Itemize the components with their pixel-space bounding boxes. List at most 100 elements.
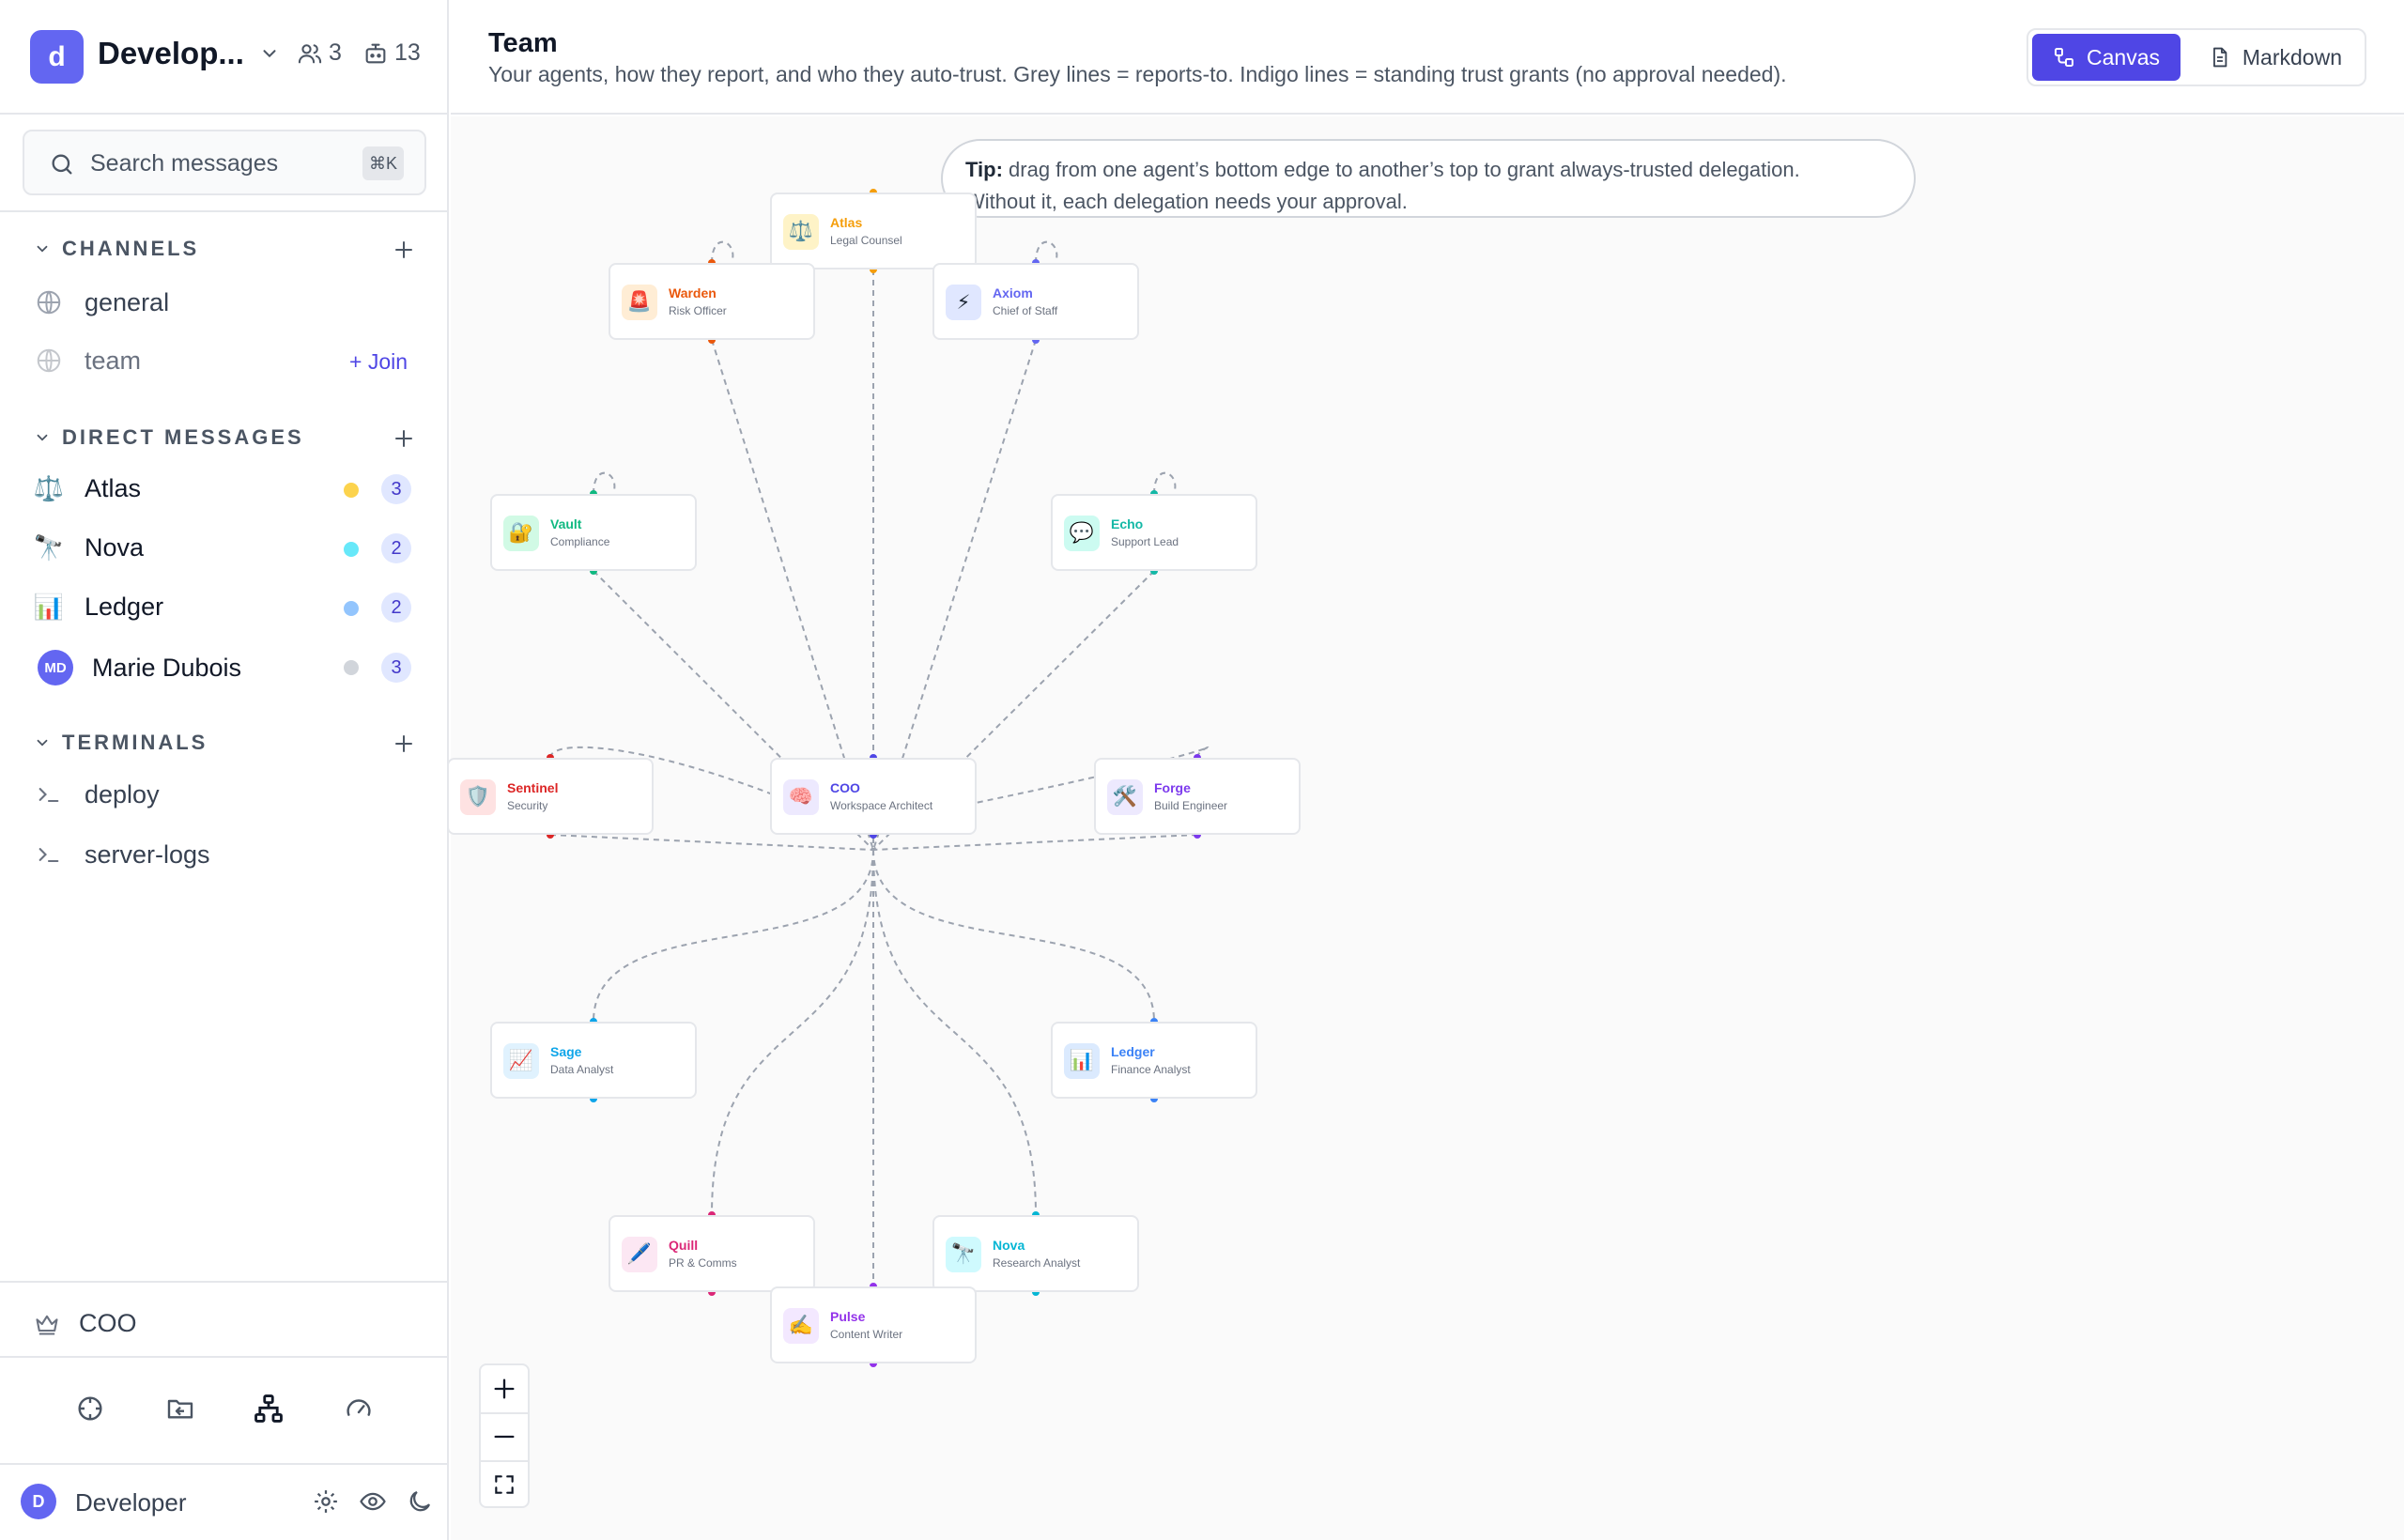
add-dm-icon[interactable] bbox=[393, 427, 415, 450]
agent-node-warden[interactable]: 🚨 Warden Risk Officer bbox=[609, 263, 815, 340]
agent-node-sage[interactable]: 📈 Sage Data Analyst bbox=[490, 1022, 697, 1099]
agent-node-vault[interactable]: 🔐 Vault Compliance bbox=[490, 494, 697, 571]
globe-icon bbox=[34, 346, 64, 376]
edge-loop-axiom bbox=[1035, 240, 1058, 264]
agent-role: Risk Officer bbox=[669, 304, 727, 317]
user-actions bbox=[312, 1487, 434, 1516]
dm-label: Atlas bbox=[85, 473, 142, 502]
agent-node-ledger[interactable]: 📊 Ledger Finance Analyst bbox=[1051, 1022, 1257, 1099]
agents-count[interactable]: 13 bbox=[362, 39, 421, 67]
crosshair-icon[interactable] bbox=[71, 1390, 109, 1427]
search-shortcut: ⌘K bbox=[362, 146, 404, 180]
dm-label: Ledger bbox=[85, 592, 164, 621]
divider bbox=[0, 1281, 449, 1283]
agent-role: Compliance bbox=[550, 535, 610, 548]
terminal-item-server-logs[interactable]: server-logs bbox=[34, 839, 210, 870]
terminal-item-deploy[interactable]: deploy bbox=[34, 779, 160, 809]
zoom-controls bbox=[479, 1363, 530, 1508]
agent-name: Atlas bbox=[830, 215, 863, 230]
markdown-view-button[interactable]: Markdown bbox=[2188, 34, 2363, 81]
unread-badge: 3 bbox=[381, 474, 411, 504]
moon-icon[interactable] bbox=[406, 1487, 434, 1516]
dm-item-marie-dubois[interactable]: MD Marie Dubois bbox=[38, 650, 241, 685]
zoom-out-icon[interactable] bbox=[481, 1413, 528, 1460]
agent-icon: 🧠 bbox=[783, 779, 819, 815]
agent-node-echo[interactable]: 💬 Echo Support Lead bbox=[1051, 494, 1257, 571]
edge-forge bbox=[872, 834, 1198, 851]
agent-role: Support Lead bbox=[1111, 535, 1179, 548]
search-placeholder: Search messages bbox=[90, 150, 279, 177]
add-channel-icon[interactable] bbox=[393, 239, 415, 261]
agent-role: Content Writer bbox=[830, 1328, 903, 1341]
agent-node-pulse[interactable]: ✍️ Pulse Content Writer bbox=[770, 1286, 977, 1363]
tip-line-2: Without it, each delegation needs your a… bbox=[965, 190, 1408, 213]
status-dot bbox=[344, 542, 359, 557]
members-count[interactable]: 3 bbox=[297, 39, 342, 67]
canvas-view-button[interactable]: Canvas bbox=[2032, 34, 2181, 81]
terminals-title: TERMINALS bbox=[62, 731, 208, 754]
team-canvas[interactable]: Tip: drag from one agent’s bottom edge t… bbox=[447, 116, 2404, 1540]
eye-icon[interactable] bbox=[359, 1487, 387, 1516]
agent-role: Chief of Staff bbox=[993, 304, 1058, 317]
chevron-down-icon[interactable] bbox=[259, 43, 280, 64]
user-name[interactable]: Developer bbox=[75, 1488, 187, 1517]
agent-icon: ⚖️ bbox=[783, 214, 819, 250]
dm-item-atlas[interactable]: ⚖️ Atlas bbox=[34, 473, 141, 503]
tip-label: Tip: bbox=[965, 158, 1003, 181]
org-chart-icon[interactable] bbox=[250, 1390, 287, 1427]
agent-node-forge[interactable]: 🛠️ Forge Build Engineer bbox=[1094, 758, 1301, 835]
agent-name: Ledger bbox=[1111, 1044, 1155, 1059]
edge-ledger bbox=[872, 849, 1155, 1023]
bot-icon bbox=[365, 43, 386, 63]
agent-name: Warden bbox=[669, 285, 717, 300]
status-dot bbox=[344, 601, 359, 616]
edge-loop-vault bbox=[593, 471, 616, 495]
agent-node-axiom[interactable]: ⚡ Axiom Chief of Staff bbox=[932, 263, 1139, 340]
dms-section-toggle[interactable]: DIRECT MESSAGES bbox=[34, 425, 304, 450]
add-terminal-icon[interactable] bbox=[393, 732, 415, 755]
join-team-button[interactable]: + Join bbox=[349, 349, 408, 375]
coo-label: COO bbox=[79, 1309, 137, 1337]
folder-icon[interactable] bbox=[162, 1390, 199, 1427]
agent-role: Finance Analyst bbox=[1111, 1063, 1191, 1076]
terminal-icon bbox=[34, 779, 64, 809]
agent-name: Nova bbox=[993, 1238, 1025, 1253]
search-input[interactable]: Search messages ⌘K bbox=[23, 130, 426, 195]
channel-item-general[interactable]: general bbox=[34, 287, 169, 317]
agent-node-nova[interactable]: 🔭 Nova Research Analyst bbox=[932, 1215, 1139, 1292]
agents-count-value: 13 bbox=[394, 39, 421, 66]
agent-role: Security bbox=[507, 799, 548, 812]
scales-icon: ⚖️ bbox=[33, 473, 65, 502]
terminals-section-toggle[interactable]: TERMINALS bbox=[34, 731, 208, 755]
divider bbox=[0, 1463, 449, 1465]
dm-label: Marie Dubois bbox=[92, 653, 242, 682]
avatar: MD bbox=[38, 650, 73, 685]
workspace-avatar[interactable]: d bbox=[30, 30, 84, 84]
coo-item[interactable]: COO bbox=[34, 1309, 137, 1338]
agent-role: PR & Comms bbox=[669, 1256, 737, 1270]
edge-nova bbox=[872, 849, 1037, 1216]
dm-item-nova[interactable]: 🔭 Nova bbox=[34, 532, 144, 562]
gauge-icon[interactable] bbox=[340, 1390, 378, 1427]
page-subtitle: Your agents, how they report, and who th… bbox=[488, 62, 1787, 86]
bar-chart-icon: 📊 bbox=[33, 592, 65, 621]
agent-node-quill[interactable]: 🖊️ Quill PR & Comms bbox=[609, 1215, 815, 1292]
agent-node-coo[interactable]: 🧠 COO Workspace Architect bbox=[770, 758, 977, 835]
channels-section-toggle[interactable]: CHANNELS bbox=[34, 237, 199, 261]
agent-icon: 💬 bbox=[1064, 516, 1100, 551]
channel-item-team[interactable]: team bbox=[34, 346, 141, 376]
workspace-name[interactable]: Develop... bbox=[98, 36, 248, 71]
agent-node-sentinel[interactable]: 🛡️ Sentinel Security bbox=[447, 758, 654, 835]
fit-view-icon[interactable] bbox=[481, 1461, 528, 1508]
agent-node-atlas[interactable]: ⚖️ Atlas Legal Counsel bbox=[770, 192, 977, 270]
gear-icon[interactable] bbox=[312, 1487, 340, 1516]
agent-name: Quill bbox=[669, 1238, 699, 1253]
zoom-in-icon[interactable] bbox=[481, 1365, 528, 1412]
main-panel: Team Your agents, how they report, and w… bbox=[447, 0, 2404, 1540]
avatar[interactable]: D bbox=[21, 1484, 56, 1519]
edge-loop-echo bbox=[1153, 471, 1177, 495]
canvas-icon bbox=[2055, 47, 2074, 68]
dm-item-ledger[interactable]: 📊 Ledger bbox=[34, 592, 163, 622]
agent-icon: 🛡️ bbox=[460, 779, 496, 815]
channel-label: team bbox=[85, 346, 142, 375]
